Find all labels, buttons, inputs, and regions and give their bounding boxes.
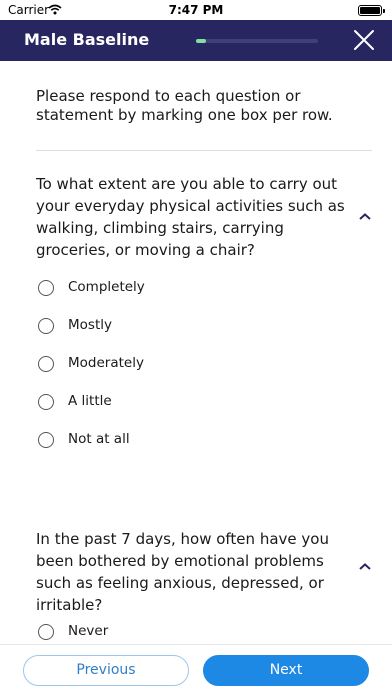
chevron-up-icon[interactable] — [358, 557, 372, 570]
radio-button[interactable] — [38, 280, 54, 296]
option-label: A little — [68, 393, 112, 409]
option-label: Moderately — [68, 355, 144, 371]
option-mostly[interactable]: Mostly — [38, 315, 338, 339]
option-label: Completely — [68, 279, 145, 295]
option-label: Mostly — [68, 317, 112, 333]
option-not-at-all[interactable]: Not at all — [38, 429, 338, 453]
survey-header: Male Baseline — [0, 20, 392, 61]
close-icon — [354, 30, 374, 50]
previous-button[interactable]: Previous — [23, 655, 189, 686]
survey-content[interactable]: Please respond to each question or state… — [0, 61, 392, 644]
survey-title: Male Baseline — [24, 30, 150, 49]
status-bar: Carrier 7:47 PM — [0, 0, 392, 20]
radio-button[interactable] — [38, 318, 54, 334]
question-2-text: In the past 7 days, how often have you b… — [36, 530, 329, 614]
status-time: 7:47 PM — [168, 3, 224, 17]
option-a-little[interactable]: A little — [38, 391, 338, 415]
next-button[interactable]: Next — [203, 655, 369, 686]
radio-button[interactable] — [38, 624, 54, 640]
close-button[interactable] — [352, 28, 376, 52]
option-moderately[interactable]: Moderately — [38, 353, 338, 377]
radio-button[interactable] — [38, 394, 54, 410]
option-completely[interactable]: Completely — [38, 277, 338, 301]
question-1-text: To what extent are you able to carry out… — [36, 175, 345, 259]
radio-button[interactable] — [38, 356, 54, 372]
divider — [36, 150, 372, 151]
chevron-up-icon[interactable] — [358, 207, 372, 220]
survey-progress-bar — [196, 39, 318, 43]
option-label: Never — [68, 623, 109, 639]
battery-icon — [358, 5, 385, 16]
survey-progress-fill — [196, 39, 206, 43]
survey-instructions: Please respond to each question or state… — [36, 87, 333, 124]
radio-button[interactable] — [38, 432, 54, 448]
option-label: Not at all — [68, 431, 130, 447]
option-never[interactable]: Never — [38, 621, 338, 644]
navigation-footer: Previous Next — [0, 644, 392, 696]
